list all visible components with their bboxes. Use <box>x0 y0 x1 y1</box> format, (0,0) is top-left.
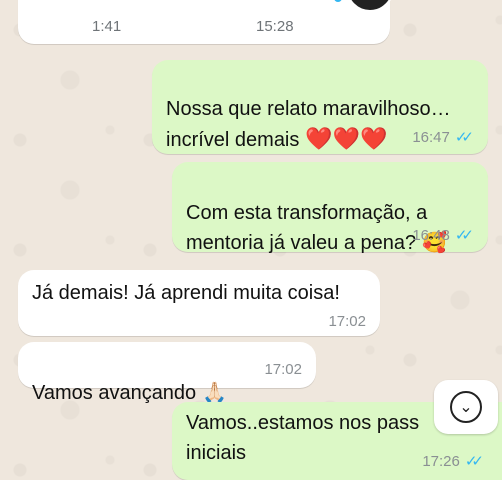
read-receipt-icon: ✓✓ <box>454 227 474 244</box>
message-time: 17:02 <box>264 361 302 378</box>
incoming-message[interactable]: Vamos avançando 🙏🏻 17:02 <box>18 342 316 404</box>
emoji-hearts: ❤️❤️❤️ <box>305 126 388 151</box>
message-time: 17:02 <box>328 313 366 330</box>
scroll-to-bottom-button[interactable]: ⌄ <box>434 380 498 434</box>
message-text: Com esta transformação, a mentoria já va… <box>186 202 428 254</box>
outgoing-message[interactable]: Nossa que relato maravilhoso… incrível d… <box>152 60 488 154</box>
message-text: Já demais! Já aprendi muita coisa! <box>32 282 340 304</box>
message-time: 17:26 <box>422 452 460 470</box>
message-time: 16:47 <box>412 128 450 146</box>
outgoing-message[interactable]: Com esta transformação, a mentoria já va… <box>172 162 488 254</box>
voice-message-bubble[interactable]: 1:41 15:28 <box>18 0 394 44</box>
message-time: 16:48 <box>412 226 450 244</box>
message-text: Vamos..estamos nos pass iniciais <box>186 412 420 464</box>
message-time: 15:28 <box>256 18 294 35</box>
chevron-down-circle-icon: ⌄ <box>450 391 482 423</box>
message-text: Vamos avançando <box>32 382 197 404</box>
incoming-message[interactable]: Já demais! Já aprendi muita coisa! 17:02 <box>18 270 380 336</box>
voice-duration: 1:41 <box>92 18 122 35</box>
microphone-icon <box>334 0 342 2</box>
avatar <box>346 0 394 12</box>
read-receipt-icon: ✓✓ <box>464 453 484 470</box>
read-receipt-icon: ✓✓ <box>454 129 474 146</box>
